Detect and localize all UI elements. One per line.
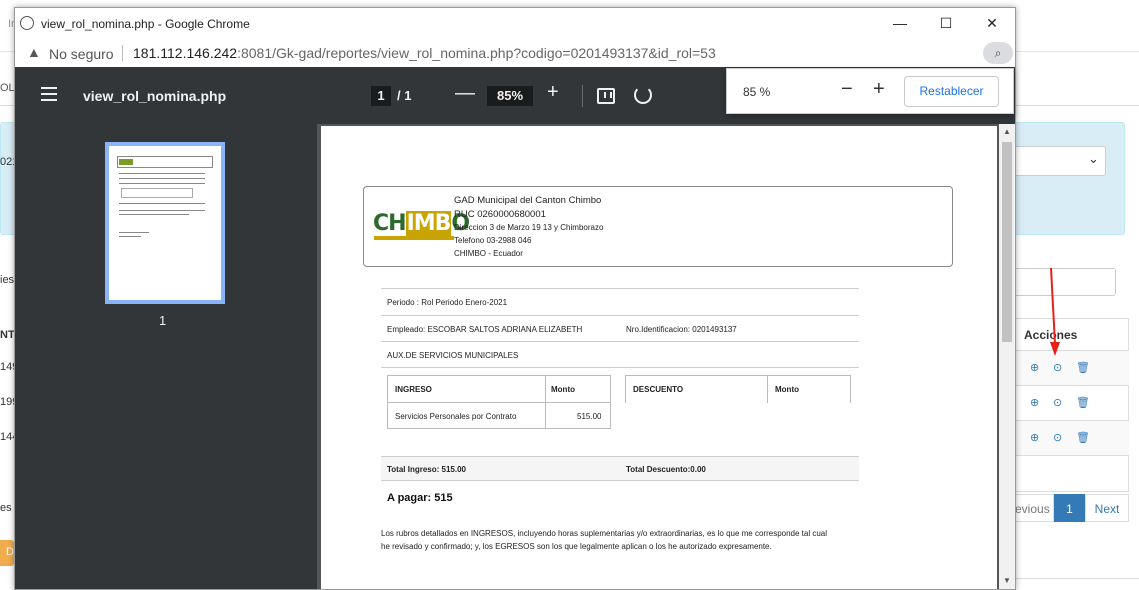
monto-header: Monto [775, 385, 799, 394]
address-bar[interactable]: ▲ No seguro 181.112.146.242:8081/Gk-gad/… [15, 39, 1015, 67]
page-number-input[interactable]: 1 [371, 86, 391, 106]
trash-icon[interactable]: 🗑 [1076, 396, 1090, 409]
periodo-text: Periodo : Rol Periodo Enero-2021 [387, 298, 508, 307]
zoom-icon[interactable]: ⊕ [1030, 431, 1039, 444]
add-circle-icon[interactable]: ⊙ [1053, 396, 1062, 409]
background-text: ies [0, 274, 15, 286]
thumbnail-page-number: 1 [159, 313, 167, 328]
zoom-in-button[interactable]: + [547, 81, 559, 104]
url-host: 181.112.146.242 [133, 45, 238, 61]
security-label[interactable]: No seguro [49, 46, 114, 62]
table-row [1012, 455, 1129, 490]
monto-header: Monto [551, 385, 575, 394]
zoom-value: 85 % [743, 85, 771, 99]
divider [381, 367, 859, 368]
zoom-input[interactable]: 85% [487, 86, 533, 106]
zoom-icon[interactable]: ⊕ [1030, 396, 1039, 409]
total-descuento: Total Descuento:0.00 [626, 465, 706, 474]
thumbnail-line [119, 183, 205, 184]
page-total: / 1 [397, 88, 412, 103]
thumbnail-line [119, 203, 205, 204]
a-pagar: A pagar: 515 [387, 492, 453, 504]
page-thumbnail[interactable] [105, 142, 225, 304]
url-text[interactable]: 181.112.146.242:8081/Gk-gad/reportes/vie… [133, 45, 716, 61]
header-line: GAD Municipal del Canton Chimbo [454, 195, 602, 206]
add-circle-icon[interactable]: ⊙ [1053, 431, 1062, 444]
total-ingreso: Total Ingreso: 515.00 [387, 465, 466, 474]
zoom-decrease-button[interactable]: − [841, 78, 853, 101]
document-header: CHIMBO GAD Municipal del Canton Chimbo R… [363, 186, 953, 267]
thumbnail-line [119, 214, 189, 215]
thumbnail-line [119, 232, 149, 233]
close-button[interactable]: ✕ [969, 8, 1015, 39]
minimize-button[interactable]: — [877, 8, 923, 39]
divider [582, 85, 583, 107]
pagination-next[interactable]: Next [1085, 494, 1129, 522]
red-arrow-annotation [1050, 268, 1060, 356]
divider [122, 45, 123, 61]
pagination-previous[interactable]: evious [1012, 494, 1054, 522]
thumbnail-line [119, 236, 141, 237]
warning-icon[interactable]: ▲ [27, 44, 41, 60]
ingreso-monto: 515.00 [577, 412, 602, 421]
thumbnail-line [119, 173, 205, 174]
empleado-text: Empleado: ESCOBAR SALTOS ADRIANA ELIZABE… [387, 325, 583, 334]
divider [387, 402, 611, 403]
nota-line: Los rubros detallados en INGRESOS, inclu… [381, 529, 828, 538]
descuento-header: DESCUENTO [633, 385, 684, 394]
trash-icon[interactable]: 🗑 [1076, 431, 1090, 444]
header-line: Telefono 03-2988 046 [454, 236, 532, 245]
scroll-down-icon[interactable]: ▼ [1003, 576, 1011, 585]
search-input[interactable] [1012, 268, 1116, 296]
pagination-page-1[interactable]: 1 [1054, 494, 1085, 522]
zoom-increase-button[interactable]: + [873, 78, 885, 101]
trash-icon[interactable]: 🗑 [1076, 361, 1090, 374]
thumbnail-line [119, 210, 205, 211]
ingreso-item: Servicios Personales por Contrato [395, 412, 517, 421]
thumbnail-line [121, 188, 193, 198]
pdf-page: CHIMBO GAD Municipal del Canton Chimbo R… [321, 126, 997, 589]
background-tab-label[interactable]: OL [0, 82, 15, 94]
add-circle-icon[interactable]: ⊙ [1053, 361, 1062, 374]
nota-line: he revisado y confirmado; y, los EGRESOS… [381, 542, 772, 551]
divider [381, 315, 859, 316]
divider [1012, 578, 1139, 579]
thumbnail-sidebar: 1 [15, 124, 317, 589]
url-path: :8081/Gk-gad/reportes/view_rol_nomina.ph… [237, 45, 716, 61]
divider [767, 375, 768, 403]
zoom-out-button[interactable]: — [455, 82, 475, 105]
maximize-button[interactable]: ☐ [923, 8, 969, 39]
divider [381, 288, 859, 289]
pdf-viewer[interactable]: CHIMBO GAD Municipal del Canton Chimbo R… [317, 124, 1015, 589]
globe-icon [20, 16, 34, 30]
background-text: es [0, 502, 12, 514]
header-line: RUC 0260000680001 [454, 209, 546, 220]
chrome-popup-window: view_rol_nomina.php - Google Chrome — ☐ … [14, 7, 1016, 590]
zoom-icon[interactable]: ⊕ [1030, 361, 1039, 374]
chevron-down-icon: ⌄ [1088, 151, 1099, 166]
divider [381, 341, 859, 342]
header-line: Direccion 3 de Marzo 19 13 y Chimborazo [454, 223, 604, 232]
zoom-search-icon[interactable]: ⌕ [983, 42, 1013, 64]
pdf-filename: view_rol_nomina.php [83, 88, 227, 104]
header-line: CHIMBO - Ecuador [454, 249, 523, 258]
ingreso-header: INGRESO [395, 385, 432, 394]
cargo-text: AUX.DE SERVICIOS MUNICIPALES [387, 351, 519, 360]
fit-page-icon[interactable] [597, 88, 615, 104]
background-action-button[interactable]: D [0, 540, 14, 566]
vertical-scrollbar[interactable]: ▲ ▼ [999, 124, 1015, 589]
window-title: view_rol_nomina.php - Google Chrome [41, 17, 250, 31]
reset-zoom-button[interactable]: Restablecer [904, 76, 999, 107]
logo-underline [374, 236, 454, 240]
rotate-icon[interactable] [634, 86, 652, 104]
scroll-up-icon[interactable]: ▲ [1003, 127, 1011, 136]
thumbnail-line [119, 159, 133, 165]
thumbnail-line [119, 178, 205, 179]
scrollbar-thumb[interactable] [1002, 142, 1012, 342]
title-bar[interactable]: view_rol_nomina.php - Google Chrome — ☐ … [15, 8, 1015, 39]
zoom-popup: 85 % − + Restablecer [726, 68, 1014, 114]
thumbnail-page [109, 146, 221, 300]
identificacion-text: Nro.Identificacion: 0201493137 [626, 325, 737, 334]
menu-icon[interactable] [41, 87, 57, 105]
